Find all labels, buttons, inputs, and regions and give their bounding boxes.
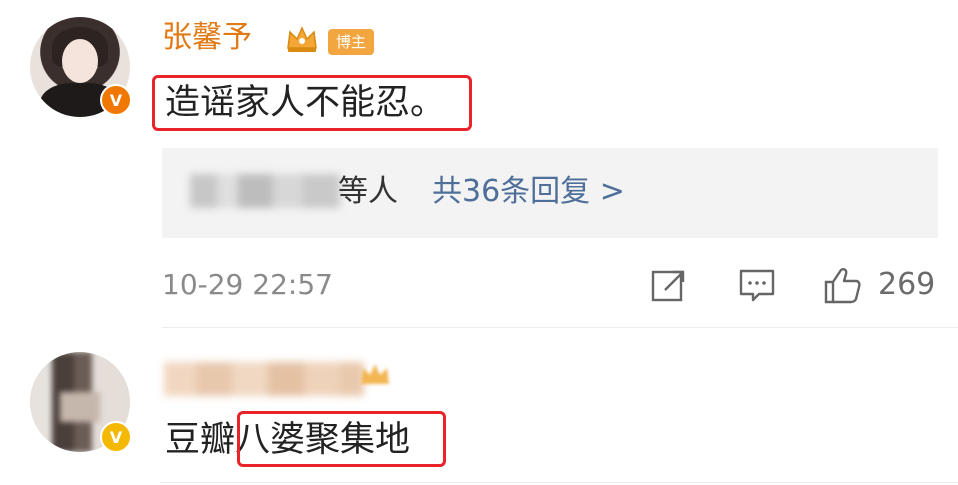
reply-prefix: 等人 (338, 174, 398, 209)
timestamp: 10-29 22:57 (162, 268, 333, 301)
author-name[interactable]: 张馨予 (162, 18, 252, 58)
role-badge: 博主 (328, 29, 375, 55)
share-icon[interactable] (649, 266, 689, 306)
blurred-author-name (164, 362, 364, 396)
like-count: 269 (878, 267, 936, 302)
avatar-face (62, 39, 98, 83)
blurred-usernames (190, 174, 340, 208)
crown-icon (361, 364, 389, 384)
view-replies-link[interactable]: 共36条回复 > (432, 170, 625, 214)
highlight-box (237, 411, 446, 467)
like-icon[interactable] (822, 264, 864, 306)
comment-prefix: 豆瓣 (165, 420, 236, 460)
pixelated-face (60, 392, 100, 422)
comment-icon[interactable] (737, 266, 777, 306)
divider (160, 482, 958, 483)
verified-icon: V (100, 84, 132, 116)
highlight-box (152, 75, 472, 131)
verified-icon: V (100, 421, 132, 453)
divider (162, 327, 958, 328)
crown-icon (287, 26, 317, 52)
